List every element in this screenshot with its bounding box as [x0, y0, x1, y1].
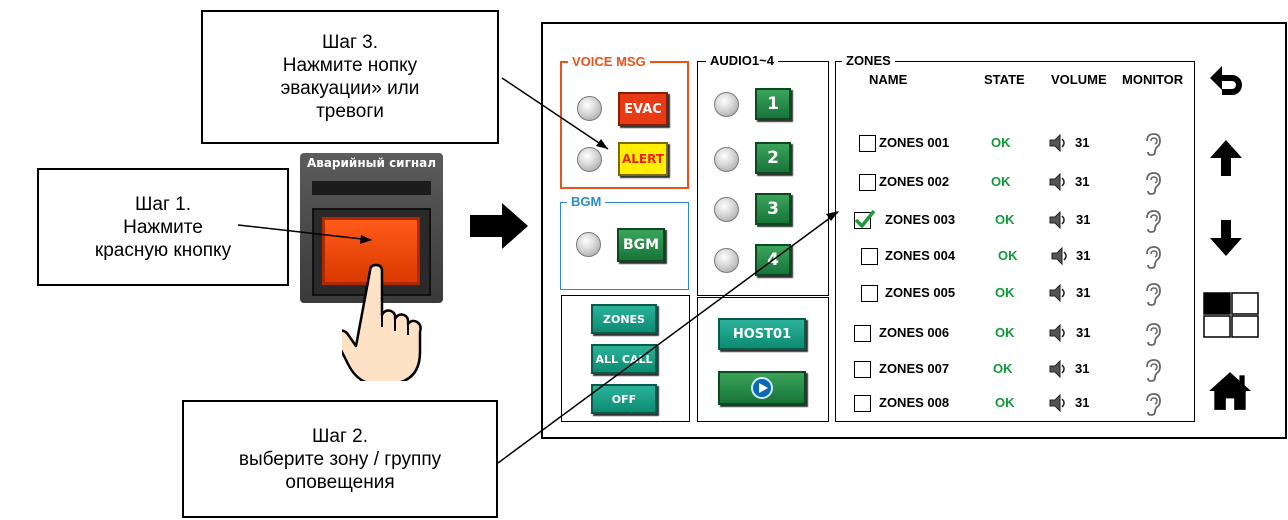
alarm-device-label: Аварийный сигнал	[306, 156, 437, 170]
callout-step-3-line: тревоги	[316, 101, 384, 122]
zone-state: OK	[993, 361, 1013, 376]
monitor-ear-icon[interactable]	[1143, 209, 1161, 233]
callout-step-1-line: красную кнопку	[94, 239, 232, 261]
back-icon[interactable]	[1208, 59, 1244, 97]
zone-checkbox[interactable]	[854, 209, 876, 229]
callout-step-3-line: Нажмите нопку	[282, 55, 418, 76]
pointing-hand-icon	[342, 263, 422, 381]
callout-step-3-line: Шаг 3.	[321, 32, 379, 53]
check-icon	[854, 209, 876, 228]
zones-label: ZONES	[842, 54, 895, 68]
audio-label: AUDIO1~4	[706, 54, 778, 68]
monitor-ear-icon[interactable]	[1143, 322, 1161, 346]
zone-name: ZONES 002	[879, 174, 950, 189]
speaker-icon[interactable]	[1048, 210, 1068, 230]
monitor-ear-icon[interactable]	[1143, 171, 1161, 195]
monitor-ear-icon[interactable]	[1143, 132, 1161, 156]
arrow-down-icon[interactable]	[1208, 218, 1244, 258]
zone-state: OK	[995, 395, 1015, 410]
zone-row[interactable]: ZONES 005 OK 31	[543, 282, 1161, 306]
zone-state: OK	[995, 285, 1015, 300]
zone-name: ZONES 008	[879, 395, 950, 410]
zone-volume: 31	[1076, 212, 1091, 227]
control-panel: VOICE MSG EVAC ALERT BGM BGM AUDIO1~4 1 …	[541, 22, 1287, 439]
zone-name: ZONES 007	[879, 361, 950, 376]
zone-name: ZONES 003	[885, 212, 956, 227]
callout-step-2-line: оповещения	[285, 471, 395, 493]
speaker-icon[interactable]	[1048, 393, 1068, 413]
voice-msg-group: VOICE MSG EVAC ALERT	[560, 55, 689, 189]
header-volume: VOLUME	[1051, 72, 1107, 87]
header-state: STATE	[984, 72, 1025, 87]
zone-row[interactable]: ZONES 001 OK 31	[543, 132, 1161, 156]
zone-volume: 31	[1076, 248, 1091, 263]
speaker-icon[interactable]	[1048, 323, 1068, 343]
callout-step-1-line: Нажмите	[123, 216, 203, 238]
evac-button[interactable]: EVAC	[618, 92, 668, 126]
zone-row[interactable]: ZONES 002 OK 31	[543, 171, 1161, 195]
audio-1-led	[714, 92, 739, 117]
speaker-icon[interactable]	[1048, 172, 1068, 192]
zone-state: OK	[991, 174, 1011, 189]
callout-step-3-line: эвакуации» или	[280, 78, 420, 99]
zone-row[interactable]: ZONES 008 OK 31	[543, 392, 1161, 416]
zone-checkbox[interactable]	[859, 174, 876, 191]
callout-step-3: Шаг 3. Нажмите нопку эвакуации» или трев…	[201, 10, 499, 144]
audio-1-button[interactable]: 1	[755, 88, 791, 120]
zone-volume: 31	[1075, 174, 1090, 189]
zone-state: OK	[991, 135, 1011, 150]
speaker-icon[interactable]	[1048, 359, 1068, 379]
zone-checkbox[interactable]	[859, 135, 876, 152]
zone-volume: 31	[1076, 285, 1091, 300]
zone-checkbox[interactable]	[854, 395, 871, 412]
zone-row[interactable]: ZONES 006 OK 31	[543, 322, 1161, 346]
speaker-icon[interactable]	[1048, 283, 1068, 303]
home-icon[interactable]	[1207, 370, 1253, 412]
evac-led	[577, 96, 602, 121]
zone-name: ZONES 001	[879, 135, 950, 150]
zone-state: OK	[995, 325, 1015, 340]
zone-volume: 31	[1076, 325, 1091, 340]
callout-step-1: Шаг 1. Нажмите красную кнопку	[37, 168, 289, 286]
voice-msg-label: VOICE MSG	[568, 55, 650, 69]
device-slot	[312, 181, 431, 195]
speaker-icon[interactable]	[1048, 133, 1068, 153]
header-monitor: MONITOR	[1122, 72, 1184, 87]
callout-step-2-line: выберите зону / группу	[238, 448, 442, 470]
zone-row[interactable]: ZONES 003 OK 31	[543, 209, 1161, 233]
zone-row[interactable]: ZONES 004 OK 31	[543, 245, 1161, 269]
zone-name: ZONES 004	[885, 248, 956, 263]
callout-step-2: Шаг 2. выберите зону / группу оповещения	[182, 400, 498, 518]
zone-checkbox[interactable]	[861, 285, 878, 302]
monitor-ear-icon[interactable]	[1143, 282, 1161, 306]
big-right-arrow-icon	[470, 203, 528, 249]
zone-name: ZONES 006	[879, 325, 950, 340]
layout-grid-icon[interactable]	[1203, 292, 1259, 338]
zone-checkbox[interactable]	[854, 361, 871, 378]
zone-name: ZONES 005	[885, 285, 956, 300]
speaker-icon[interactable]	[1050, 246, 1070, 266]
arrow-up-icon[interactable]	[1208, 138, 1244, 178]
header-name: NAME	[869, 72, 908, 87]
monitor-ear-icon[interactable]	[1143, 245, 1161, 269]
zone-row[interactable]: ZONES 007 OK 31	[543, 358, 1161, 382]
monitor-ear-icon[interactable]	[1143, 392, 1161, 416]
callout-step-2-line: Шаг 2.	[311, 425, 369, 447]
zone-volume: 31	[1075, 361, 1090, 376]
zone-checkbox[interactable]	[861, 248, 878, 265]
callout-step-1-line: Шаг 1.	[134, 193, 192, 215]
zone-checkbox[interactable]	[854, 325, 871, 342]
bgm-label: BGM	[567, 195, 606, 209]
monitor-ear-icon[interactable]	[1143, 358, 1161, 382]
zone-volume: 31	[1075, 135, 1090, 150]
zone-state: OK	[995, 212, 1015, 227]
zone-state: OK	[998, 248, 1018, 263]
zone-volume: 31	[1075, 395, 1090, 410]
